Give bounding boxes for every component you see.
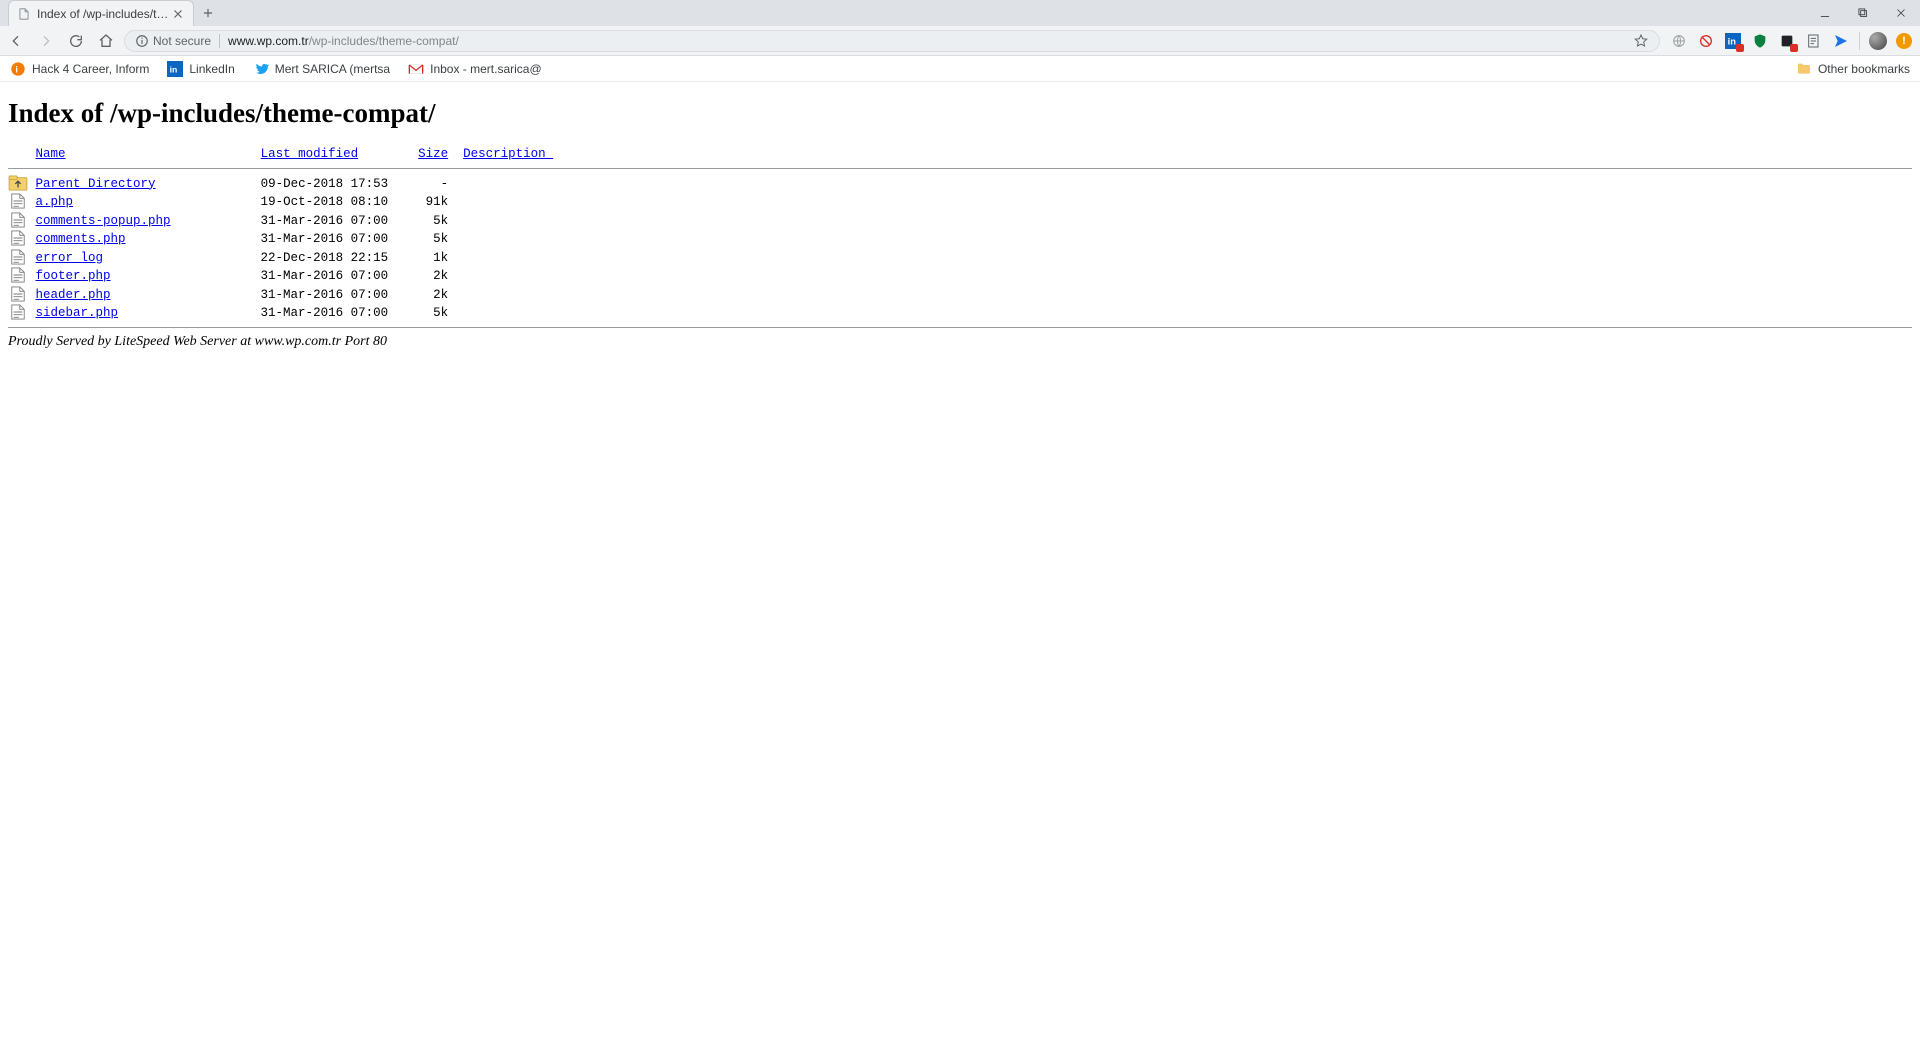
sort-name-link[interactable]: Name — [36, 147, 66, 161]
page-heading: Index of /wp-includes/theme-compat/ — [8, 98, 1912, 129]
file-link[interactable]: Parent Directory — [36, 177, 156, 191]
extension-send-icon[interactable] — [1832, 32, 1850, 50]
not-secure-label: Not secure — [153, 34, 211, 48]
new-tab-button[interactable] — [194, 0, 222, 26]
bookmark-item[interactable]: in LinkedIn — [167, 61, 234, 77]
orange-circle-icon: i — [10, 61, 26, 77]
extension-note-icon[interactable] — [1805, 32, 1823, 50]
bookmark-item[interactable]: Mert SARICA (mertsa — [253, 61, 390, 77]
bookmarks-bar: i Hack 4 Career, Inform in LinkedIn Mert SAR… — [0, 56, 1920, 82]
bookmark-label: Mert SARICA (mertsa — [275, 62, 390, 76]
address-bar[interactable]: Not secure www.wp.com.tr/wp-includes/the… — [124, 30, 1660, 52]
extension-icons: in ! — [1670, 32, 1912, 50]
file-icon — [8, 230, 24, 244]
url-text: www.wp.com.tr/wp-includes/theme-compat/ — [228, 34, 459, 48]
sort-modified-link[interactable]: Last modified — [261, 147, 359, 161]
extension-puzzle-icon[interactable] — [1778, 32, 1796, 50]
file-icon — [8, 304, 24, 318]
bookmark-item[interactable]: Inbox - mert.sarica@ — [408, 61, 542, 77]
file-link[interactable]: sidebar.php — [36, 306, 119, 320]
sort-size-link[interactable]: Size — [418, 147, 448, 161]
file-icon — [8, 286, 24, 300]
file-icon — [8, 249, 24, 263]
bookmark-label: Inbox - mert.sarica@ — [430, 62, 542, 76]
bookmark-label: LinkedIn — [189, 62, 234, 76]
window-maximize-button[interactable] — [1844, 0, 1882, 26]
file-link[interactable]: a.php — [36, 195, 74, 209]
svg-text:i: i — [15, 64, 18, 74]
extension-shield-icon[interactable] — [1751, 32, 1769, 50]
window-minimize-button[interactable] — [1806, 0, 1844, 26]
file-icon — [8, 212, 24, 226]
forward-button[interactable] — [38, 33, 54, 49]
server-footer: Proudly Served by LiteSpeed Web Server a… — [8, 334, 1912, 350]
extension-linkedin-icon[interactable]: in — [1724, 32, 1742, 50]
listing-divider — [8, 168, 1912, 169]
file-icon — [8, 193, 24, 207]
url-path: /wp-includes/theme-compat/ — [309, 34, 459, 48]
other-bookmarks-label: Other bookmarks — [1818, 62, 1910, 76]
browser-toolbar: Not secure www.wp.com.tr/wp-includes/the… — [0, 26, 1920, 56]
twitter-icon — [253, 61, 269, 77]
directory-listing: Name Last modified Size Description Pare… — [8, 145, 1912, 328]
extension-globe-icon[interactable] — [1670, 32, 1688, 50]
profile-avatar-button[interactable] — [1869, 32, 1887, 50]
tab-close-button[interactable] — [171, 7, 185, 21]
gmail-icon — [408, 61, 424, 77]
svg-text:in: in — [170, 64, 178, 74]
file-link[interactable]: error_log — [36, 251, 104, 265]
file-link[interactable]: comments-popup.php — [36, 214, 171, 228]
tab-title: Index of /wp-includes/theme-co — [37, 7, 171, 21]
page-content: Index of /wp-includes/theme-compat/ Name… — [0, 82, 1920, 390]
linkedin-icon: in — [167, 61, 183, 77]
nav-buttons — [8, 33, 114, 49]
other-bookmarks-button[interactable]: Other bookmarks — [1796, 61, 1910, 77]
bookmark-item[interactable]: i Hack 4 Career, Inform — [10, 61, 149, 77]
home-button[interactable] — [98, 33, 114, 49]
extension-block-icon[interactable] — [1697, 32, 1715, 50]
site-info-button[interactable]: Not secure — [135, 34, 211, 48]
url-host: www.wp.com.tr — [228, 34, 309, 48]
page-favicon-icon — [17, 7, 31, 21]
bookmark-star-button[interactable] — [1633, 33, 1649, 49]
reload-button[interactable] — [68, 33, 84, 49]
window-controls — [1806, 0, 1920, 26]
window-close-button[interactable] — [1882, 0, 1920, 26]
back-button[interactable] — [8, 33, 24, 49]
sort-description-link[interactable]: Description — [463, 147, 553, 161]
listing-divider — [8, 327, 1912, 328]
browser-titlebar: Index of /wp-includes/theme-co — [0, 0, 1920, 26]
file-link[interactable]: header.php — [36, 288, 111, 302]
svg-text:in: in — [1728, 36, 1737, 46]
browser-tab[interactable]: Index of /wp-includes/theme-co — [8, 0, 194, 26]
parent-folder-icon — [8, 175, 24, 189]
bookmark-label: Hack 4 Career, Inform — [32, 62, 149, 76]
toolbar-divider — [1859, 32, 1860, 50]
file-link[interactable]: footer.php — [36, 269, 111, 283]
chrome-update-alert-icon[interactable]: ! — [1896, 33, 1912, 49]
file-link[interactable]: comments.php — [36, 232, 126, 246]
folder-icon — [1796, 61, 1812, 77]
file-icon — [8, 267, 24, 281]
omnibox-divider — [219, 34, 220, 48]
